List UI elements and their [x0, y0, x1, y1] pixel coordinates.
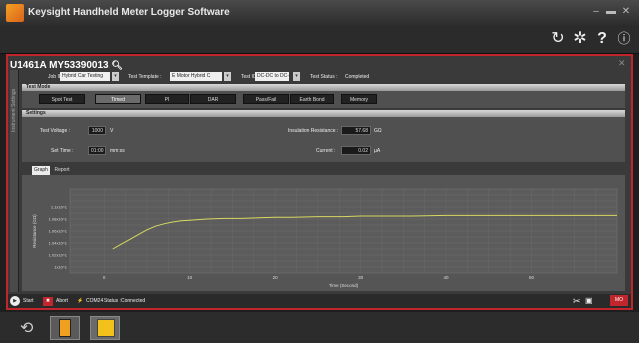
y-axis-label: Resistance (GΩ)	[32, 214, 37, 248]
set-time-label: Set Time :	[51, 148, 74, 154]
mode-pass-fail-button[interactable]: Pass/Fail	[243, 94, 289, 104]
test-id-dropdown-icon[interactable]: ▾	[293, 72, 300, 81]
tools-icon[interactable]: ✂	[573, 297, 581, 306]
test-status-value: Completed	[345, 74, 370, 80]
logger-icon	[97, 319, 115, 337]
x-tick-label: 50	[529, 275, 535, 280]
mode-earth-bond-button[interactable]: Earth Bond	[290, 94, 334, 104]
app-logo-icon	[6, 4, 24, 22]
maximize-button[interactable]: ▬	[605, 6, 617, 17]
settings-panel: Settings	[22, 110, 625, 162]
test-status-label: Test Status :	[310, 74, 338, 80]
minimize-button[interactable]: –	[590, 6, 602, 17]
side-tab-label: Instrument Settings	[11, 88, 17, 132]
connection-status-value: Connected	[121, 298, 146, 304]
abort-icon[interactable]: ✖	[43, 297, 53, 306]
device-title: U1461A MY53390013 🔍︎	[10, 60, 123, 71]
search-icon[interactable]: 🔍︎	[111, 60, 122, 70]
template-label: Test Template :	[128, 74, 162, 80]
resistance-chart: 0 10 20 30 40 50 1x10^1 1.02x10^1 1.04x10^1 1.06x…	[32, 188, 618, 288]
mode-pi-button[interactable]: PI	[145, 94, 189, 104]
export-icon[interactable]: ▣	[585, 297, 593, 305]
toolbar	[0, 26, 639, 54]
test-id-field[interactable]: DC-DC to DC-AC	[255, 72, 289, 81]
y-tick-label: 1.04x10^1	[49, 241, 68, 246]
y-tick-label: 1.1x10^1	[51, 205, 68, 210]
y-tick-label: 1.06x10^1	[49, 229, 68, 234]
usb-icon: ⚡	[77, 298, 84, 304]
current-label: Current :	[316, 148, 336, 154]
test-voltage-unit: V	[110, 128, 114, 134]
insulation-resistance-label: Insulation Resistance :	[288, 128, 339, 134]
job-id-dropdown-icon[interactable]: ▾	[112, 72, 119, 81]
meter-icon	[59, 319, 71, 337]
mode-memory-button[interactable]: Memory	[341, 94, 377, 104]
tab-graph[interactable]: Graph	[32, 166, 50, 175]
start-icon[interactable]: ▶	[10, 296, 20, 306]
tab-report[interactable]: Report	[51, 166, 73, 175]
abort-button[interactable]: Abort	[56, 297, 68, 305]
y-tick-label: 1.08x10^1	[49, 217, 68, 222]
gear-icon[interactable]: ✲	[570, 29, 590, 49]
device-thumbnail-meter[interactable]	[50, 316, 80, 340]
x-tick-label: 40	[444, 275, 450, 280]
set-time-unit: mm:ss	[110, 148, 125, 154]
x-tick-label: 0	[103, 275, 106, 280]
help-icon[interactable]: ?	[592, 29, 612, 49]
refresh-devices-icon[interactable]: ⟲	[20, 318, 33, 338]
settings-header: Settings	[22, 110, 625, 117]
template-field[interactable]: E Motor Hybrid C	[170, 72, 222, 81]
insulation-resistance-value: 57.68	[341, 126, 371, 135]
mode-spot-test-button[interactable]: Spot Test	[39, 94, 85, 104]
panel-close-button[interactable]: ✕	[618, 58, 626, 69]
test-mode-header: Test Mode	[22, 84, 625, 91]
test-voltage-field[interactable]: 1000	[88, 126, 106, 135]
job-id-field[interactable]: Hybrid Car Testing	[60, 72, 110, 81]
set-time-field[interactable]: 01:00	[88, 146, 106, 155]
y-tick-label: 1x10^1	[54, 265, 68, 270]
window-title: Keysight Handheld Meter Logger Software	[28, 7, 230, 18]
start-button[interactable]: Start	[23, 297, 34, 305]
current-value: 0.02	[341, 146, 371, 155]
info-icon[interactable]: ⓘ	[614, 29, 634, 49]
x-axis-label: Time (Second)	[329, 283, 359, 288]
y-tick-label: 1.02x10^1	[49, 253, 68, 258]
device-thumbnail-active[interactable]	[90, 316, 120, 340]
close-button[interactable]: ✕	[620, 6, 632, 17]
connection-status-label: Status :	[104, 298, 121, 304]
mode-timed-button[interactable]: Timed	[95, 94, 141, 104]
current-unit: µA	[374, 148, 381, 154]
refresh-icon[interactable]: ↻	[548, 29, 568, 49]
graph-panel: 0 10 20 30 40 50 1x10^1 1.02x10^1 1.04x10^1 1.06x…	[22, 175, 625, 291]
x-tick-label: 20	[273, 275, 279, 280]
insulation-resistance-unit: GΩ	[374, 128, 382, 134]
template-dropdown-icon[interactable]: ▾	[224, 72, 231, 81]
mode-dar-button[interactable]: DAR	[190, 94, 236, 104]
x-tick-label: 30	[358, 275, 364, 280]
x-tick-label: 10	[187, 275, 193, 280]
mo-indicator: MO	[610, 295, 628, 306]
port-label: COM24	[86, 298, 104, 304]
test-voltage-label: Test Voltage :	[40, 128, 71, 134]
